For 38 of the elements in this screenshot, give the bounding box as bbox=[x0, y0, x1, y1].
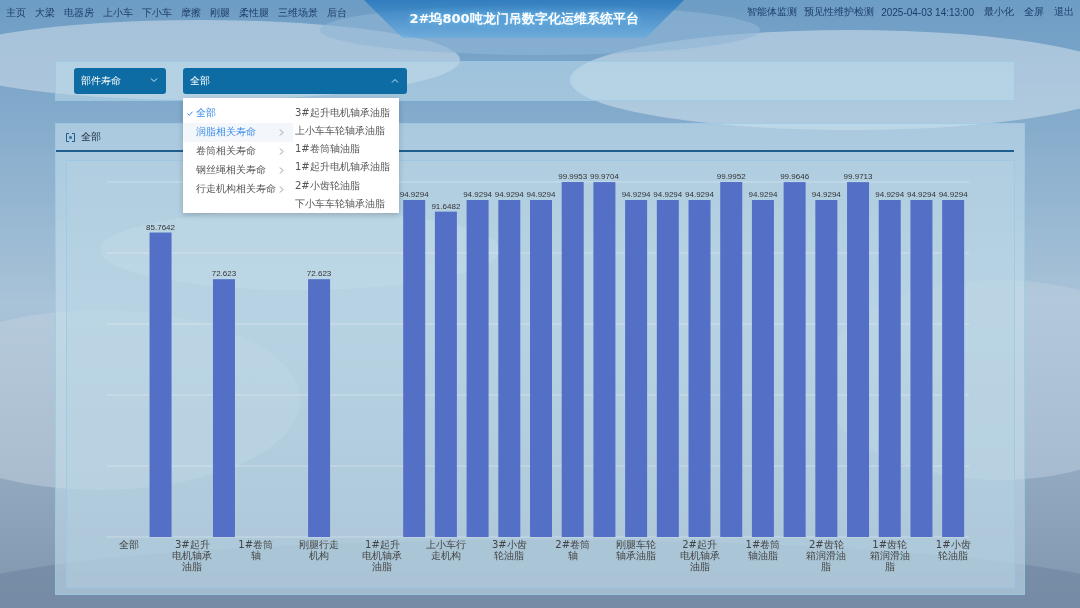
axis-label: 1#齿轮箱润滑油脂 bbox=[869, 539, 910, 572]
axis-label: 1#卷筒轴油脂 bbox=[745, 539, 781, 561]
value-label: 94.9294 bbox=[907, 190, 936, 199]
app-title: 2#坞800吨龙门吊数字化运维系统平台 bbox=[409, 10, 639, 28]
value-label: 99.9952 bbox=[716, 172, 746, 181]
value-label: 94.9294 bbox=[938, 190, 968, 199]
value-label: 94.9294 bbox=[494, 190, 524, 199]
panel-title: 全部 bbox=[81, 130, 101, 144]
value-label: 99.9713 bbox=[843, 172, 873, 182]
value-label: 94.9294 bbox=[811, 190, 841, 199]
value-label: 99.9646 bbox=[780, 172, 810, 182]
axis-label: 1#卷筒轴 bbox=[238, 539, 274, 561]
axis-label: 2#卷筒轴 bbox=[555, 539, 591, 561]
value-label: 94.9294 bbox=[399, 190, 429, 199]
axis-label: 刚腿行走机构 bbox=[299, 539, 340, 561]
value-label: 94.9294 bbox=[748, 190, 778, 199]
value-label: 72.623 bbox=[211, 269, 237, 279]
value-label: 99.9704 bbox=[589, 172, 619, 182]
axis-label: 2#齿轮箱润滑油脂 bbox=[806, 539, 847, 572]
value-label: 94.9294 bbox=[463, 190, 493, 199]
value-label: 91.6482 bbox=[431, 201, 461, 211]
axis-label: 1#小齿轮油脂 bbox=[935, 539, 971, 561]
value-label: 72.623 bbox=[306, 269, 332, 279]
axis-label: 刚腿车轮轴承油脂 bbox=[616, 539, 657, 561]
axis-label: 全部 bbox=[118, 539, 139, 550]
value-label: 94.9294 bbox=[526, 190, 556, 199]
value-label: 99.9953 bbox=[558, 172, 588, 181]
value-label: 94.9294 bbox=[653, 190, 683, 199]
value-label: 94.9294 bbox=[875, 190, 905, 199]
value-label: 94.9294 bbox=[685, 190, 714, 199]
axis-label: 3#起升电机轴承油脂 bbox=[172, 539, 213, 572]
axis-label: 3#小齿轮油脂 bbox=[491, 539, 527, 561]
axis-label: 上小车行走机构 bbox=[425, 539, 466, 561]
datetime: 2025-04-03 14:13:00 bbox=[881, 6, 974, 18]
value-label: 94.9294 bbox=[621, 190, 651, 199]
axis-label: 2#起升电机轴承油脂 bbox=[679, 539, 720, 572]
axis-label: 1#起升电机轴承油脂 bbox=[362, 539, 403, 572]
value-label: 85.7642 bbox=[146, 222, 175, 232]
